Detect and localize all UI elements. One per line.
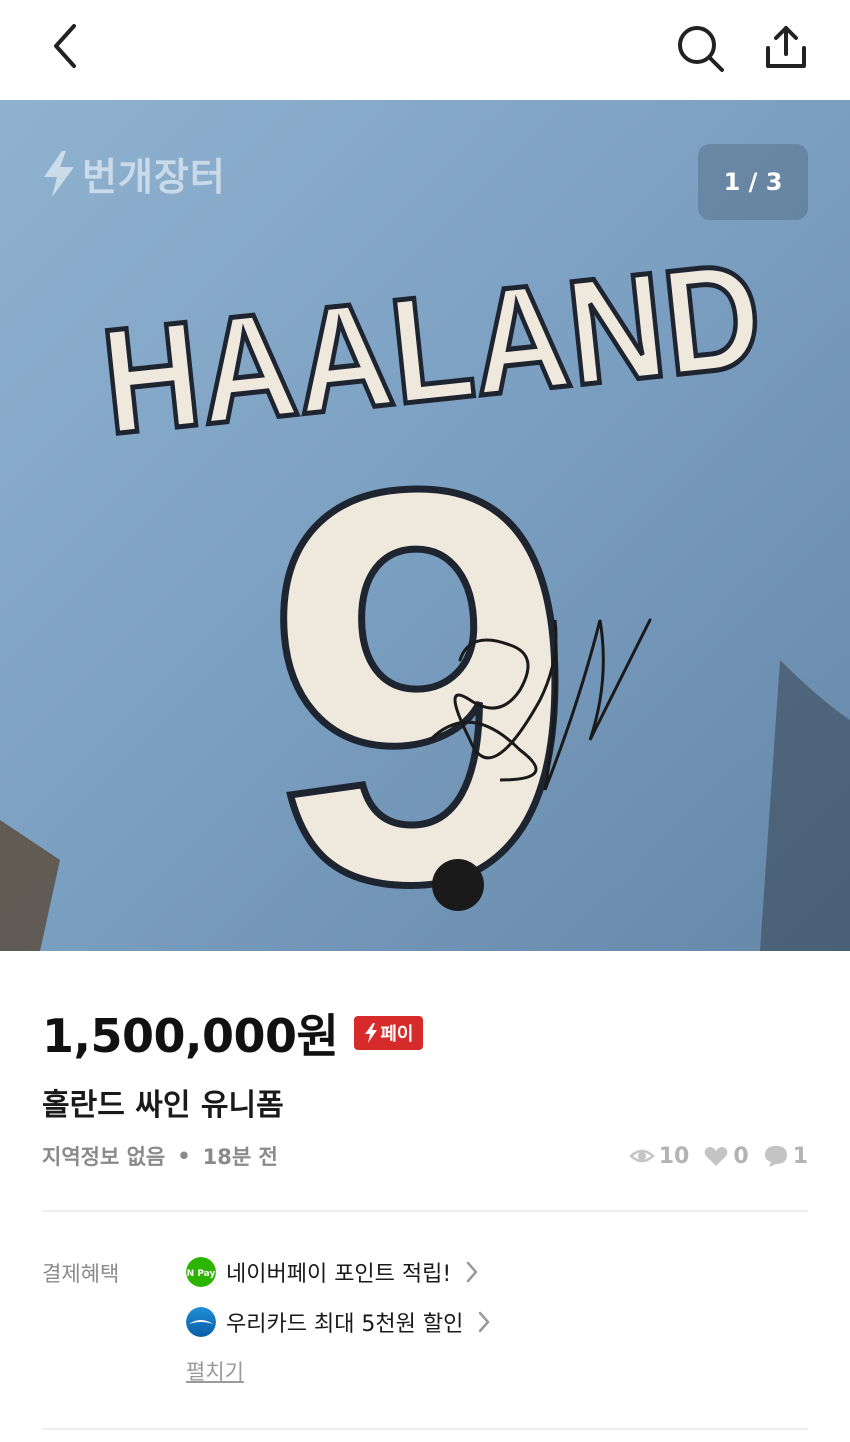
product-image[interactable]: HAALAND 9 번개장터 1 / 3 bbox=[0, 100, 850, 951]
woori-card-icon bbox=[186, 1307, 216, 1337]
watermark-text: 번개장터 bbox=[82, 155, 226, 199]
chat-count-value: 1 bbox=[792, 1143, 808, 1169]
lightning-icon bbox=[44, 150, 74, 197]
chat-bubble-icon bbox=[764, 1146, 787, 1167]
pay-badge-label: 페이 bbox=[380, 1024, 414, 1045]
chevron-left-icon[interactable] bbox=[42, 22, 90, 70]
location-text: 지역정보 없음 bbox=[42, 1145, 166, 1169]
like-count-value: 0 bbox=[733, 1143, 749, 1169]
price: 1,500,000원 bbox=[42, 1009, 339, 1063]
share-icon[interactable] bbox=[760, 22, 812, 74]
benefits-label: 결제혜택 bbox=[42, 1262, 120, 1286]
benefit-naver-pay[interactable]: N Pay 네이버페이 포인트 적립! bbox=[186, 1256, 479, 1288]
image-counter: 1 / 3 bbox=[698, 144, 808, 220]
bunjang-watermark: 번개장터 bbox=[42, 146, 226, 201]
chevron-right-icon bbox=[466, 1261, 478, 1283]
view-count-value: 10 bbox=[658, 1143, 690, 1169]
expand-link[interactable]: 펼치기 bbox=[186, 1356, 244, 1386]
top-bar bbox=[0, 0, 850, 100]
posted-time: 18분 전 bbox=[202, 1145, 278, 1169]
chat-count: 1 bbox=[763, 1143, 808, 1169]
lightning-icon bbox=[365, 1023, 378, 1043]
like-count[interactable]: 0 bbox=[703, 1143, 749, 1169]
benefit-woori-card-text: 우리카드 최대 5천원 할인 bbox=[226, 1312, 464, 1337]
eye-icon bbox=[628, 1149, 655, 1163]
product-meta: 지역정보 없음 • 18분 전 10 0 1 bbox=[42, 1138, 808, 1174]
search-icon[interactable] bbox=[674, 22, 726, 74]
naver-pay-icon: N Pay bbox=[186, 1257, 216, 1287]
meta-separator: • bbox=[177, 1144, 191, 1168]
divider bbox=[42, 1428, 808, 1430]
product-title: 홀란드 싸인 유니폼 bbox=[42, 1088, 284, 1123]
heart-icon bbox=[705, 1147, 728, 1166]
naver-pay-icon-text: N Pay bbox=[187, 1269, 216, 1279]
chevron-right-icon bbox=[479, 1311, 491, 1333]
signed-jersey-photo: HAALAND 9 bbox=[0, 100, 850, 951]
pay-badge: 페이 bbox=[354, 1016, 424, 1050]
benefit-woori-card[interactable]: 우리카드 최대 5천원 할인 bbox=[186, 1306, 491, 1338]
stats: 10 0 1 bbox=[628, 1143, 808, 1169]
divider bbox=[42, 1210, 808, 1212]
benefit-naver-pay-text: 네이버페이 포인트 적립! bbox=[226, 1262, 452, 1287]
view-count: 10 bbox=[628, 1143, 690, 1169]
price-row: 1,500,000원 페이 bbox=[42, 1000, 424, 1066]
